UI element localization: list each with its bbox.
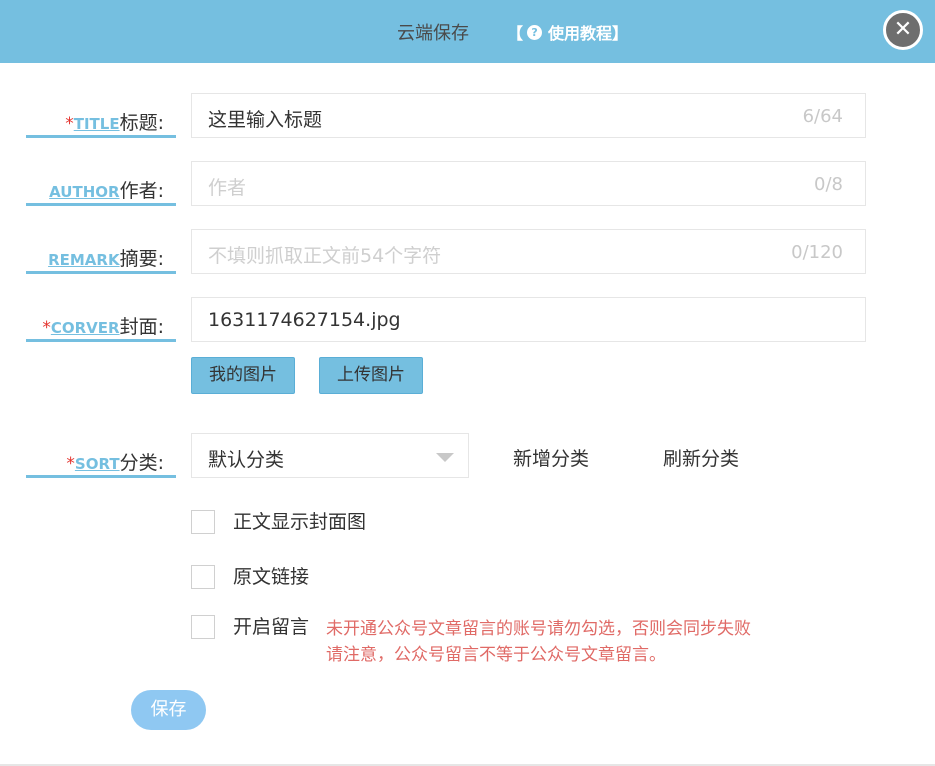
help-tutorial-link[interactable]: 【 ? 使用教程 】 xyxy=(507,20,628,44)
dialog-header: 云端保存 【 ? 使用教程 】 ✕ xyxy=(0,0,935,63)
save-button[interactable]: 保存 xyxy=(131,690,206,730)
label-colon: : xyxy=(157,112,164,134)
close-icon: ✕ xyxy=(893,17,913,42)
add-category-button[interactable]: 新增分类 xyxy=(513,444,589,471)
enable-comments-checkbox[interactable] xyxy=(191,615,215,639)
cover-label: *CORVER封面: xyxy=(26,312,176,342)
required-mark: * xyxy=(65,114,74,134)
label-colon: : xyxy=(157,180,164,202)
title-char-counter: 6/64 xyxy=(802,106,843,127)
cover-label-en: CORVER xyxy=(50,319,120,337)
remark-label: REMARK摘要: xyxy=(26,244,176,274)
comment-warning-line2: 请注意，公众号留言不等于公众号文章留言。 xyxy=(326,645,666,665)
remark-input-placeholder: 不填则抓取正文前54个字符 xyxy=(208,245,442,267)
enable-comments-label: 开启留言 xyxy=(233,616,310,638)
option-enable-comments: 开启留言 xyxy=(191,615,309,639)
comment-warning: 未开通公众号文章留言的账号请勿勾选，否则会同步失败 请注意，公众号留言不等于公众… xyxy=(326,616,751,668)
original-link-checkbox[interactable] xyxy=(191,565,215,589)
close-button[interactable]: ✕ xyxy=(883,10,923,50)
sort-label-zh: 分类 xyxy=(119,452,158,474)
author-input[interactable]: 作者 0/8 xyxy=(191,161,866,206)
title-label: *TITLE标题: xyxy=(26,108,176,138)
help-bracket-close: 】 xyxy=(612,24,629,43)
title-input-value: 这里输入标题 xyxy=(208,109,323,131)
title-label-zh: 标题 xyxy=(119,112,158,134)
title-input[interactable]: 这里输入标题 6/64 xyxy=(191,93,866,138)
author-label-en: AUTHOR xyxy=(49,183,120,201)
cover-input-value: 1631174627154.jpg xyxy=(208,309,401,331)
author-input-placeholder: 作者 xyxy=(208,177,247,199)
help-bracket-open: 【 xyxy=(507,24,524,43)
sort-label-en: SORT xyxy=(74,455,120,473)
required-mark: * xyxy=(42,318,51,338)
remark-char-counter: 0/120 xyxy=(791,242,843,263)
remark-input[interactable]: 不填则抓取正文前54个字符 0/120 xyxy=(191,229,866,274)
author-label: AUTHOR作者: xyxy=(26,176,176,206)
category-select[interactable]: 默认分类 xyxy=(191,433,469,478)
comment-warning-line1: 未开通公众号文章留言的账号请勿勾选，否则会同步失败 xyxy=(326,619,751,639)
category-select-value: 默认分类 xyxy=(208,449,285,471)
remark-label-en: REMARK xyxy=(48,251,120,269)
refresh-category-button[interactable]: 刷新分类 xyxy=(663,444,739,471)
help-link-label: 使用教程 xyxy=(548,24,613,43)
question-circle-icon: ? xyxy=(527,24,543,40)
cover-input[interactable]: 1631174627154.jpg xyxy=(191,297,866,342)
original-link-label: 原文链接 xyxy=(233,566,310,588)
cover-label-zh: 封面 xyxy=(119,316,158,338)
remark-label-zh: 摘要 xyxy=(119,248,158,270)
option-show-cover: 正文显示封面图 xyxy=(191,510,366,534)
title-label-en: TITLE xyxy=(73,115,120,133)
required-mark: * xyxy=(66,454,75,474)
label-colon: : xyxy=(157,452,164,474)
label-colon: : xyxy=(157,316,164,338)
chevron-down-icon xyxy=(436,453,454,462)
dialog-title: 云端保存 xyxy=(397,23,469,44)
label-colon: : xyxy=(157,248,164,270)
show-cover-label: 正文显示封面图 xyxy=(233,511,367,533)
show-cover-checkbox[interactable] xyxy=(191,510,215,534)
author-char-counter: 0/8 xyxy=(814,174,843,195)
option-original-link: 原文链接 xyxy=(191,565,309,589)
my-images-button[interactable]: 我的图片 xyxy=(191,357,295,394)
sort-label: *SORT分类: xyxy=(26,448,176,478)
upload-image-button[interactable]: 上传图片 xyxy=(319,357,423,394)
author-label-zh: 作者 xyxy=(119,180,158,202)
